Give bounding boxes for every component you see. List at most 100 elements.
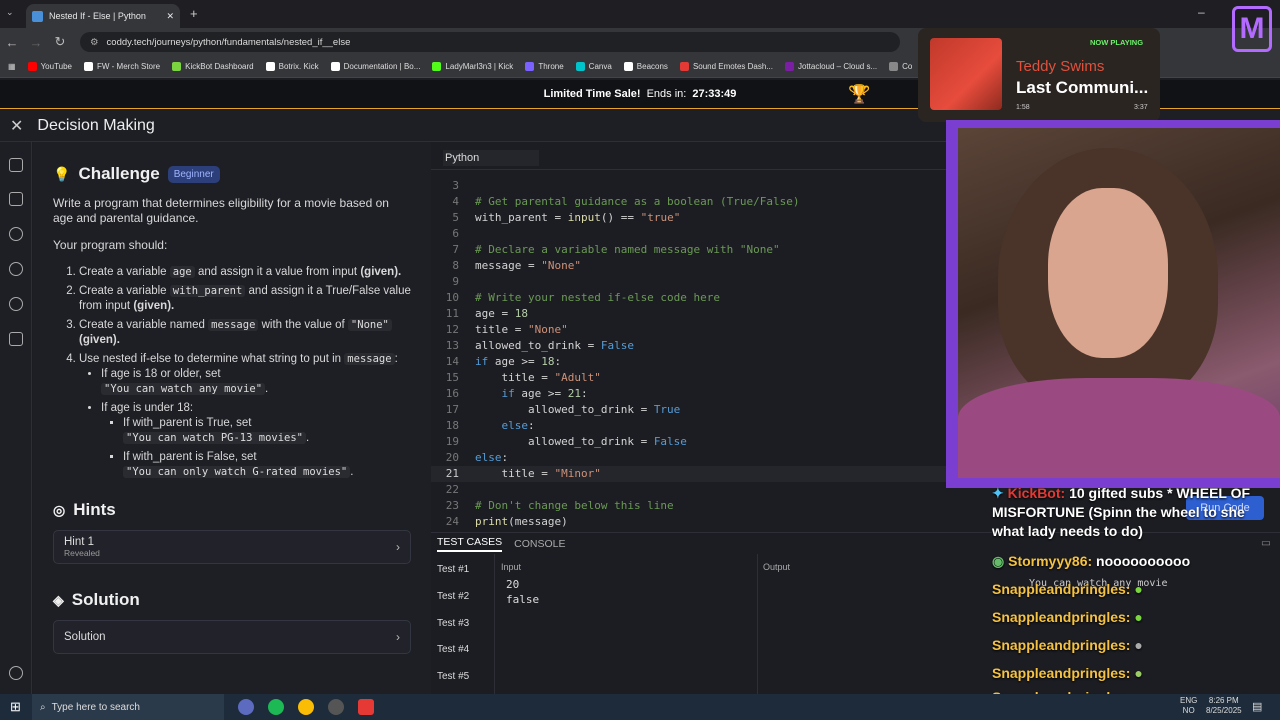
- test-item[interactable]: Test #5: [437, 671, 469, 682]
- tab-console[interactable]: CONSOLE: [514, 538, 565, 550]
- chat-text: noooooooooo: [1096, 553, 1191, 569]
- requirement-item: Create a variable named message with the…: [79, 318, 411, 348]
- chevron-right-icon: ›: [396, 630, 400, 644]
- help-icon[interactable]: [9, 297, 23, 311]
- apps-grid-icon[interactable]: ▦: [8, 62, 16, 71]
- bookmark-item[interactable]: KickBot Dashboard: [172, 62, 254, 71]
- chat-message: Snappleandpringles: ●: [992, 664, 1278, 683]
- test-item[interactable]: Test #3: [437, 618, 469, 629]
- bookmark-item[interactable]: LadyMarl3n3 | Kick: [432, 62, 513, 71]
- back-icon[interactable]: ←: [0, 35, 24, 50]
- bookmark-item[interactable]: Throne: [525, 62, 564, 71]
- notifications-icon[interactable]: ▤: [1252, 700, 1262, 713]
- sub-text: If age is under 18:: [101, 402, 194, 414]
- hint-card[interactable]: Hint 1 Revealed ›: [53, 530, 411, 564]
- search-doc-icon[interactable]: [9, 192, 23, 206]
- bookmark-label: LadyMarl3n3 | Kick: [445, 62, 514, 71]
- sound-emotes-icon: [679, 62, 689, 71]
- bookmark-label: Canva: [588, 62, 612, 71]
- minimize-icon[interactable]: –: [1198, 5, 1205, 19]
- language-tab[interactable]: Python: [443, 150, 540, 166]
- sub-item: If age is under 18: If with_parent is Tr…: [101, 401, 411, 480]
- streamer-face: [1048, 188, 1168, 358]
- close-lesson-icon[interactable]: ✕: [10, 116, 23, 136]
- browser-tab[interactable]: Nested If - Else | Python ✕: [26, 4, 180, 28]
- search-placeholder: Type here to search: [51, 701, 140, 713]
- test-input-line: false: [506, 593, 540, 606]
- bookmark-item[interactable]: Documentation | Bo...: [330, 62, 420, 71]
- site-info-icon[interactable]: ⚙: [90, 37, 99, 48]
- code-line: 16 if age >= 21:: [445, 387, 588, 400]
- emote-icon: ●: [1134, 609, 1143, 625]
- obs-icon[interactable]: [328, 699, 344, 715]
- spotify-icon[interactable]: [268, 699, 284, 715]
- forward-icon[interactable]: →: [24, 35, 48, 50]
- support-icon[interactable]: [9, 666, 23, 680]
- bookmark-item[interactable]: YouTube: [27, 62, 72, 71]
- sale-ends-label: Ends in:: [646, 88, 687, 100]
- bookmark-generic-icon: [889, 62, 899, 71]
- bookmark-item[interactable]: Jottacloud – Cloud s...: [784, 62, 878, 71]
- tab-test-cases[interactable]: TEST CASES: [437, 536, 503, 552]
- windows-start-icon[interactable]: ⊞: [10, 699, 21, 715]
- req-code: with_parent: [169, 285, 246, 297]
- reload-icon[interactable]: ↻: [48, 34, 72, 50]
- history-icon[interactable]: [9, 227, 23, 241]
- chat-message: Snappleandpringles: ●: [992, 580, 1278, 599]
- req-given: (given).: [360, 266, 402, 278]
- taskbar-search[interactable]: ⌕ Type here to search: [32, 694, 224, 720]
- sub-list: If age is 18 or older, set "You can watch…: [101, 367, 411, 480]
- bookmark-item[interactable]: FW - Merch Store: [84, 62, 160, 71]
- duration-time: 3:37: [1134, 104, 1148, 111]
- chat-username: Snappleandpringles:: [992, 581, 1131, 597]
- chevron-right-icon: ›: [396, 540, 400, 554]
- url-field[interactable]: ⚙ coddy.tech/journeys/python/fundamental…: [80, 32, 900, 52]
- test-item[interactable]: Test #2: [437, 591, 469, 602]
- output-column-header: Output: [763, 562, 791, 572]
- zoom-icon[interactable]: [9, 262, 23, 276]
- close-tab-icon[interactable]: ✕: [166, 11, 174, 22]
- app-icon[interactable]: [358, 699, 374, 715]
- sub-code: "You can only watch G-rated movies": [123, 466, 351, 478]
- code-editor[interactable]: Python 3 4 # Get parental guidance as a b…: [431, 142, 947, 532]
- challenge-title: Challenge: [78, 164, 160, 183]
- notes-icon[interactable]: [9, 332, 23, 346]
- mascot-icon: 🏆: [848, 84, 871, 104]
- bookmark-item[interactable]: Sound Emotes Dash...: [679, 62, 773, 71]
- bookmark-item[interactable]: Co: [889, 62, 912, 71]
- bookmark-item[interactable]: Botrix. Kick: [265, 62, 319, 71]
- tab-list-icon[interactable]: ⌄: [6, 7, 14, 18]
- requirement-item: Create a variable with_parent and assign…: [79, 284, 411, 314]
- fw-icon: [84, 62, 93, 71]
- test-item[interactable]: Test #1: [437, 564, 469, 575]
- chat-message: Snappleandpringles: ●: [992, 608, 1278, 627]
- new-tab-icon[interactable]: +: [190, 6, 198, 21]
- sub-sub-list: If with_parent is True, set "You can watc…: [123, 416, 411, 480]
- code-line-active: 21 title = "Minor": [431, 466, 947, 482]
- req-text: and assign it a value from input: [197, 266, 358, 278]
- chrome-icon[interactable]: [298, 699, 314, 715]
- code-line: 5 with_parent = input() == "true": [452, 211, 681, 224]
- hint-text: Hint 1 Revealed: [64, 536, 100, 558]
- browser-tabbar: ⌄ Nested If - Else | Python ✕ + –: [0, 0, 1280, 28]
- solution-icon: ◈: [53, 591, 64, 608]
- discord-icon[interactable]: [238, 699, 254, 715]
- hint-status: Revealed: [64, 548, 100, 558]
- solution-card[interactable]: Solution ›: [53, 620, 411, 654]
- bookmark-item[interactable]: Beacons: [623, 62, 668, 71]
- req-text: Create a variable: [79, 285, 167, 297]
- req-code: message: [208, 319, 259, 331]
- bookmark-item[interactable]: Canva: [575, 62, 612, 71]
- canva-icon: [575, 62, 585, 71]
- sub-text: If with_parent is False, set: [123, 451, 257, 463]
- language-indicator[interactable]: ENG NO: [1180, 696, 1197, 716]
- bookmark-label: Co: [902, 62, 913, 71]
- clock[interactable]: 8:26 PM 8/25/2025: [1206, 696, 1242, 716]
- bot-badge-icon: ✦: [992, 485, 1004, 501]
- song-title: Last Communi...: [1016, 78, 1149, 97]
- side-rail: [0, 142, 32, 694]
- chat-username: Snappleandpringles:: [992, 665, 1131, 681]
- test-item[interactable]: Test #4: [437, 644, 469, 655]
- lesson-icon[interactable]: [9, 158, 23, 172]
- bookmark-label: Jottacloud – Cloud s...: [797, 62, 878, 71]
